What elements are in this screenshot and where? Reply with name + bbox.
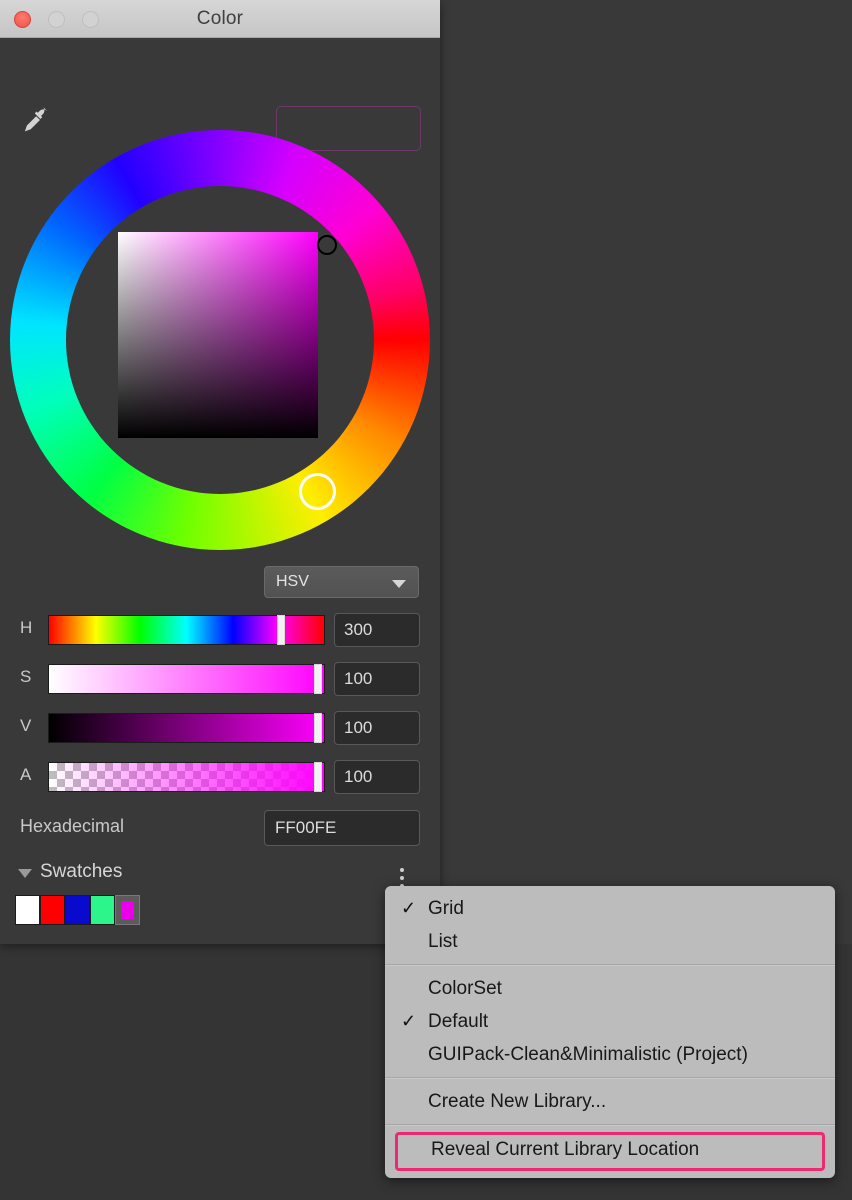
swatch-blue[interactable]	[65, 895, 90, 925]
saturation-value: 100	[344, 669, 373, 688]
hue-slider-track[interactable]	[48, 615, 325, 645]
alpha-gradient	[49, 763, 324, 791]
chevron-down-icon	[392, 580, 406, 588]
kebab-dot	[400, 876, 404, 880]
menu-item-label: GUIPack-Clean&Minimalistic (Project)	[428, 1044, 748, 1065]
hue-value: 300	[344, 620, 373, 639]
slider-row-value: V 100	[0, 708, 440, 748]
hue-slider-handle[interactable]	[277, 615, 285, 645]
alpha-slider-track[interactable]	[48, 762, 325, 792]
menu-item-label: ColorSet	[428, 978, 502, 999]
swatches-header[interactable]: Swatches	[0, 860, 440, 890]
menu-separator	[385, 964, 835, 966]
slider-row-hue: H 300	[0, 610, 440, 650]
hexadecimal-input[interactable]: FF00FE	[264, 810, 420, 846]
color-mode-dropdown[interactable]: HSV	[264, 566, 419, 598]
slider-label-a: A	[20, 765, 32, 784]
menu-item-default[interactable]: ✓ Default	[385, 1005, 835, 1038]
swatch-magenta-color	[121, 901, 134, 919]
kebab-dot	[400, 868, 404, 872]
swatch-magenta[interactable]	[115, 895, 140, 925]
window-title: Color	[196, 8, 244, 29]
picker-top-row	[0, 38, 440, 151]
menu-item-grid[interactable]: ✓ Grid	[385, 892, 835, 925]
value-slider-track[interactable]	[48, 713, 325, 743]
sv-handle[interactable]	[317, 235, 337, 255]
swatch-list	[15, 895, 140, 925]
swatches-title: Swatches	[40, 861, 123, 882]
saturation-gradient	[49, 665, 324, 693]
alpha-slider-handle[interactable]	[314, 762, 322, 792]
hexadecimal-value: FF00FE	[275, 818, 337, 837]
color-mode-label: HSV	[276, 573, 309, 590]
saturation-value-square[interactable]	[118, 232, 318, 438]
color-picker-window: Color HSV H 300 S 100 V 100 A 100 Hexade…	[0, 0, 440, 944]
value-value: 100	[344, 718, 373, 737]
saturation-value-field[interactable]: 100	[334, 662, 420, 696]
check-icon: ✓	[401, 1011, 417, 1031]
menu-item-reveal-current-library-location[interactable]: Reveal Current Library Location	[395, 1132, 825, 1171]
menu-item-label: Default	[428, 1011, 489, 1032]
hexadecimal-label: Hexadecimal	[20, 816, 125, 836]
menu-item-list[interactable]: List	[385, 925, 835, 958]
slider-row-saturation: S 100	[0, 659, 440, 699]
check-icon: ✓	[401, 898, 417, 918]
swatch-white[interactable]	[15, 895, 40, 925]
saturation-slider-handle[interactable]	[314, 664, 322, 694]
hue-handle[interactable]	[299, 473, 336, 510]
swatch-library-context-menu: ✓ Grid List ColorSet ✓ Default GUIPack-C…	[385, 886, 835, 1178]
menu-item-label: List	[428, 931, 458, 952]
menu-item-label: Create New Library...	[428, 1091, 607, 1112]
alpha-value-field[interactable]: 100	[334, 760, 420, 794]
menu-item-label: Reveal Current Library Location	[431, 1139, 700, 1160]
disclosure-triangle-icon[interactable]	[18, 869, 32, 878]
menu-item-guipack[interactable]: GUIPack-Clean&Minimalistic (Project)	[385, 1038, 835, 1071]
hue-value-field[interactable]: 300	[334, 613, 420, 647]
menu-item-create-new-library[interactable]: Create New Library...	[385, 1085, 835, 1118]
slider-row-alpha: A 100	[0, 757, 440, 797]
value-slider-handle[interactable]	[314, 713, 322, 743]
color-wheel[interactable]	[10, 130, 430, 550]
slider-label-s: S	[20, 667, 32, 686]
saturation-slider-track[interactable]	[48, 664, 325, 694]
window-titlebar: Color	[0, 0, 440, 38]
swatch-red[interactable]	[40, 895, 65, 925]
menu-separator	[385, 1077, 835, 1079]
menu-separator	[385, 1124, 835, 1126]
value-gradient	[49, 714, 324, 742]
swatch-green[interactable]	[90, 895, 115, 925]
slider-label-v: V	[20, 716, 32, 735]
menu-item-colorset[interactable]: ColorSet	[385, 972, 835, 1005]
value-value-field[interactable]: 100	[334, 711, 420, 745]
alpha-value: 100	[344, 767, 373, 786]
slider-label-h: H	[20, 618, 33, 637]
hexadecimal-row: Hexadecimal FF00FE	[0, 808, 440, 850]
menu-item-label: Grid	[428, 898, 464, 919]
